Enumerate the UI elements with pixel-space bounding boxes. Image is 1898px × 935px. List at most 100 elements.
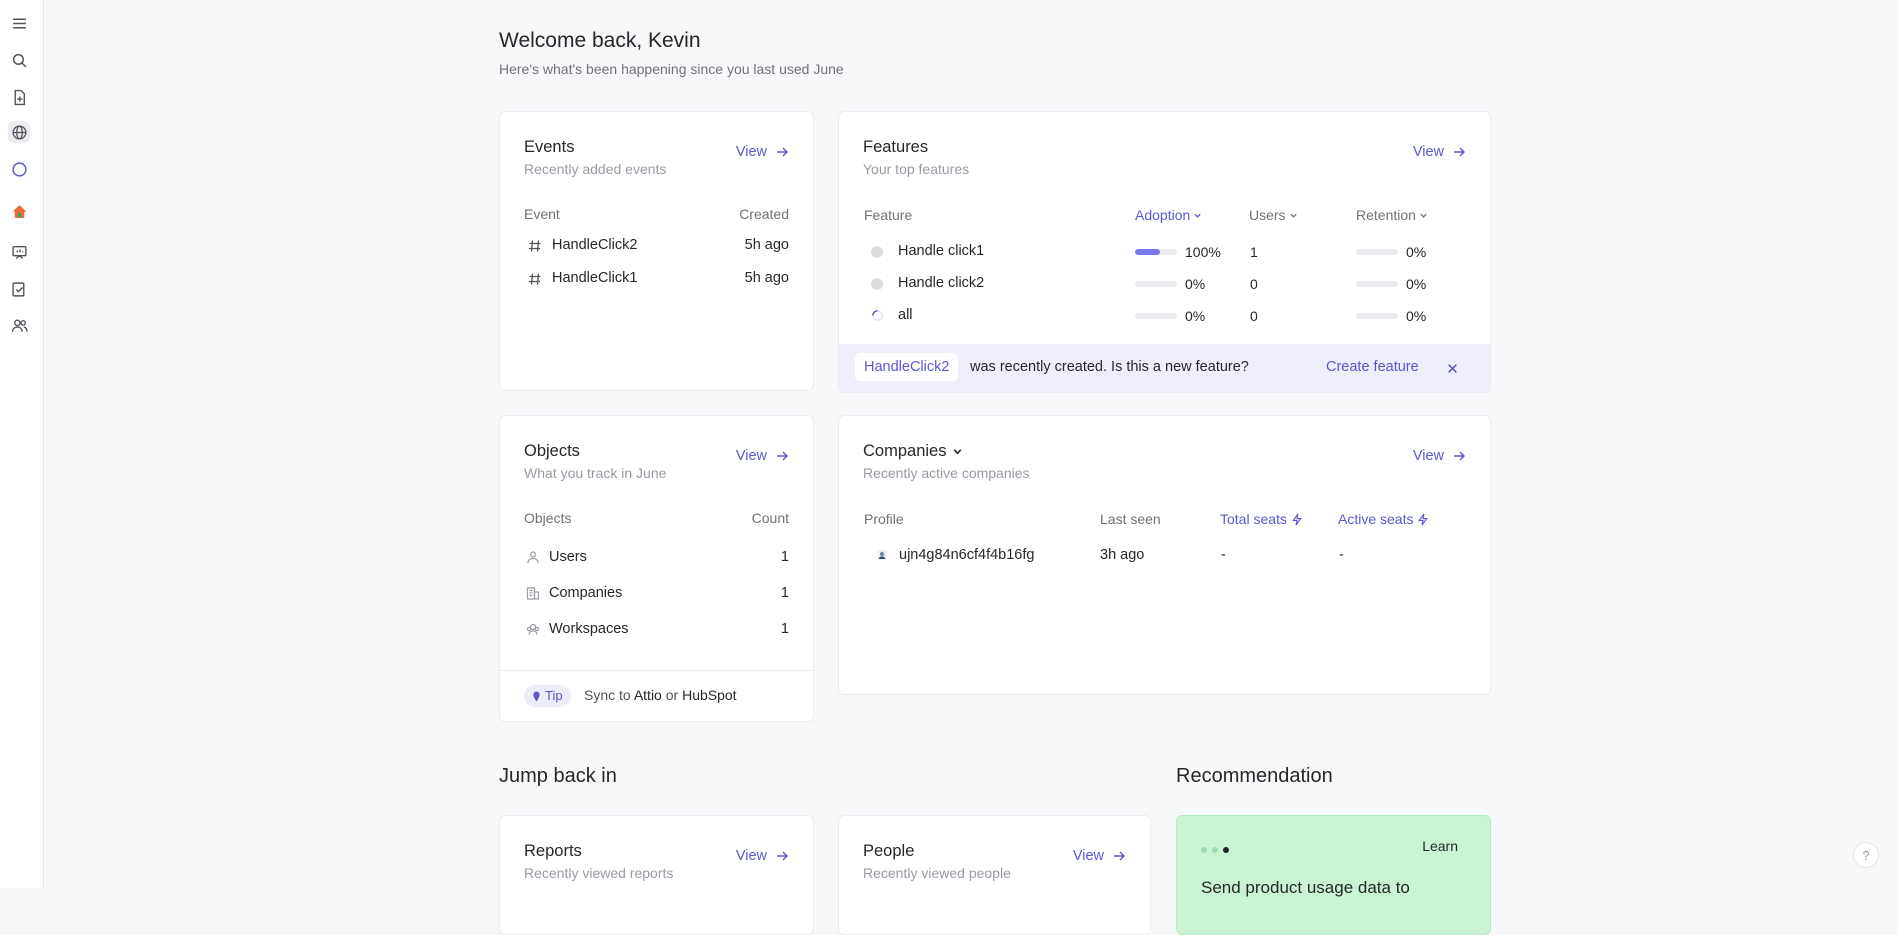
adoption-bar [1135,281,1177,287]
arrow-right-icon [1454,147,1465,157]
objects-view-link[interactable]: View [736,448,789,464]
company-total-seats: - [1221,547,1226,563]
users-value: 0 [1250,308,1258,324]
column-header-retention[interactable]: Retention [1356,207,1428,223]
column-header-objects: Objects [524,510,572,526]
chevron-down-icon [1194,213,1201,218]
new-document-icon[interactable] [8,86,30,108]
adoption-bar-fill [1135,249,1161,255]
people-card: People Recently viewed people View [838,815,1151,935]
building-icon [526,587,540,600]
column-header-last-seen: Last seen [1100,511,1161,527]
help-button[interactable]: ? [1853,842,1879,868]
event-name: HandleClick2 [552,237,638,253]
object-name: Users [549,549,587,565]
view-label: View [735,848,767,864]
globe-icon[interactable] [8,121,30,143]
events-view-link[interactable]: View [736,144,789,160]
events-card: Events Recently added events View Event … [499,111,814,391]
attio-link[interactable]: Attio [634,687,662,703]
jump-back-title: Jump back in [499,765,617,787]
column-header-count: Count [751,510,789,526]
companies-subtitle: Recently active companies [863,465,1030,481]
adoption-value: 0% [1185,308,1206,324]
column-header-retention-label: Retention [1356,207,1416,223]
carousel-dot[interactable] [1201,847,1207,853]
feature-name: all [898,307,913,323]
features-subtitle: Your top features [863,161,970,177]
hubspot-link[interactable]: HubSpot [682,687,736,703]
adoption-value: 0% [1185,276,1206,292]
column-header-users[interactable]: Users [1249,207,1298,223]
arrow-right-icon [777,147,788,157]
workspace-icon [526,623,540,635]
column-header-adoption[interactable]: Adoption [1135,207,1202,223]
status-dot [871,278,883,290]
object-name: Companies [549,585,623,601]
tip-text-before: Sync to [584,687,631,703]
event-created: 5h ago [744,270,789,286]
column-header-total-seats[interactable]: Total seats [1220,511,1303,527]
retention-value: 0% [1406,276,1427,292]
features-title: Features [863,138,929,156]
menu-icon[interactable] [8,12,30,34]
objects-card: Objects What you track in June View Obje… [499,415,814,722]
carousel-dot-active[interactable] [1223,847,1229,853]
companies-view-link[interactable]: View [1413,448,1466,464]
close-icon[interactable] [1447,363,1458,374]
features-view-link[interactable]: View [1413,144,1466,160]
adoption-value: 100% [1185,244,1221,260]
lightning-icon [1418,513,1429,525]
recommendation-card[interactable]: Learn Send product usage data to [1176,815,1491,935]
event-chip[interactable]: HandleClick2 [855,353,959,381]
view-label: View [1412,144,1444,160]
circle-icon[interactable] [8,158,30,180]
recommendation-headline: Send product usage data to [1201,878,1410,897]
chevron-down-icon [1289,213,1297,218]
feature-name: Handle click2 [898,275,985,291]
features-icon[interactable] [8,278,30,300]
event-icon [529,273,541,285]
objects-title: Objects [524,442,580,460]
reports-icon[interactable] [8,241,30,263]
view-label: View [735,448,767,464]
users-value: 1 [1250,244,1258,260]
home-icon[interactable] [8,200,30,222]
people-icon[interactable] [8,314,30,336]
pin-icon [533,691,540,701]
page-subtitle: Here's what's been happening since you l… [499,61,844,77]
learn-link[interactable]: Learn [1422,838,1458,854]
object-count: 1 [780,621,789,637]
event-name: HandleClick1 [552,270,638,286]
users-value: 0 [1250,276,1258,292]
column-header-adoption-label: Adoption [1135,207,1191,223]
events-subtitle: Recently added events [524,161,667,177]
column-header-users-label: Users [1249,207,1286,223]
carousel-dot[interactable] [1212,847,1218,853]
chevron-down-icon [1420,213,1427,218]
object-count: 1 [780,585,789,601]
reports-subtitle: Recently viewed reports [524,865,674,881]
search-icon[interactable] [8,49,30,71]
retention-value: 0% [1406,308,1427,324]
adoption-bar [1135,249,1177,255]
tip-text: Sync to Attio or HubSpot [584,687,737,703]
adoption-bar [1135,313,1177,319]
reports-card: Reports Recently viewed reports View [499,815,814,935]
people-title: People [863,842,915,860]
companies-dropdown[interactable]: Companies [863,442,963,461]
status-dot [871,246,883,258]
lightning-icon [1292,513,1302,525]
create-feature-button[interactable]: Create feature [1326,359,1419,375]
company-active-seats: - [1339,547,1344,563]
reports-view-link[interactable]: View [736,848,789,864]
user-icon [527,551,539,564]
view-label: View [1072,848,1104,864]
feature-name: Handle click1 [898,243,985,259]
people-view-link[interactable]: View [1073,848,1126,864]
company-profile: ujn4g84n6cf4f4b16fg [899,547,1035,563]
column-header-total-seats-label: Total seats [1220,511,1287,527]
column-header-active-seats[interactable]: Active seats [1338,511,1429,527]
carousel-dots[interactable] [1201,847,1229,853]
view-label: View [1412,448,1444,464]
